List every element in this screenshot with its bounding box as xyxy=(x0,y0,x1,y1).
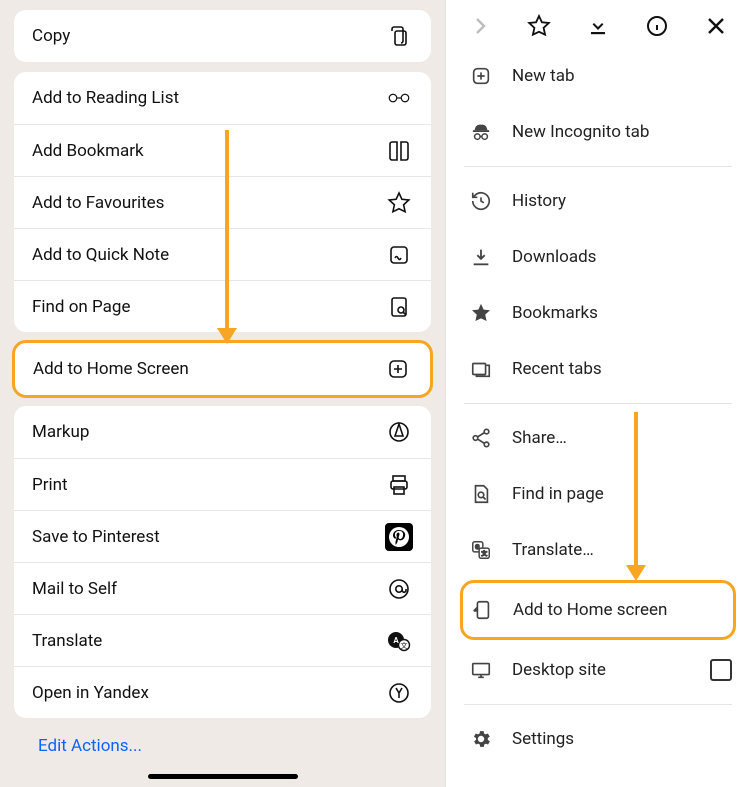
menu-divider xyxy=(464,704,732,705)
chrome-menu-toolbar xyxy=(446,0,750,48)
home-indicator xyxy=(148,774,298,779)
download-button[interactable] xyxy=(584,12,612,40)
action-reading-list[interactable]: Add to Reading List xyxy=(14,72,431,124)
star-icon xyxy=(385,189,413,217)
print-icon xyxy=(385,471,413,499)
bookmark-star-button[interactable] xyxy=(525,12,553,40)
row-label: Add to Quick Note xyxy=(32,245,385,265)
edit-actions-label: Edit Actions... xyxy=(38,736,142,756)
action-add-bookmark[interactable]: Add Bookmark xyxy=(14,124,431,176)
edit-actions-link[interactable]: Edit Actions... xyxy=(14,728,431,756)
action-print[interactable]: Print xyxy=(14,458,431,510)
menu-label: Translate… xyxy=(512,540,732,560)
recent-tabs-icon xyxy=(464,358,498,380)
at-icon xyxy=(385,575,413,603)
menu-label: Settings xyxy=(512,729,732,749)
menu-add-home-screen[interactable]: Add to Home screen xyxy=(465,583,733,637)
row-label: Add to Reading List xyxy=(32,88,385,108)
menu-label: Downloads xyxy=(512,247,732,267)
action-translate[interactable]: Translate A文 xyxy=(14,614,431,666)
svg-text:文: 文 xyxy=(481,550,487,558)
action-add-home-screen[interactable]: Add to Home Screen xyxy=(15,343,430,395)
menu-desktop-site[interactable]: Desktop site xyxy=(464,642,732,698)
menu-label: Desktop site xyxy=(512,660,710,680)
svg-text:G: G xyxy=(475,543,479,551)
history-icon xyxy=(464,190,498,212)
menu-bookmarks[interactable]: Bookmarks xyxy=(464,285,732,341)
pinterest-icon xyxy=(385,523,413,551)
settings-icon xyxy=(464,728,498,750)
row-label: Copy xyxy=(32,26,385,46)
copy-icon xyxy=(385,22,413,50)
row-label: Save to Pinterest xyxy=(32,527,385,547)
bookmarks-icon xyxy=(464,302,498,324)
menu-label: Recent tabs xyxy=(512,359,732,379)
action-add-favourites[interactable]: Add to Favourites xyxy=(14,176,431,228)
menu-divider xyxy=(464,403,732,404)
menu-new-tab[interactable]: New tab xyxy=(464,48,732,104)
row-label: Translate xyxy=(32,631,385,651)
svg-text:A: A xyxy=(393,636,399,645)
action-pinterest[interactable]: Save to Pinterest xyxy=(14,510,431,562)
add-home-icon xyxy=(465,599,499,621)
row-label: Find on Page xyxy=(32,297,385,317)
menu-label: Find in page xyxy=(512,484,732,504)
downloads-icon xyxy=(464,246,498,268)
action-copy[interactable]: Copy xyxy=(14,10,431,62)
find-on-page-icon xyxy=(385,293,413,321)
info-button[interactable] xyxy=(643,12,671,40)
plus-square-icon xyxy=(384,355,412,383)
glasses-icon xyxy=(385,84,413,112)
action-yandex[interactable]: Open in Yandex xyxy=(14,666,431,718)
translate-icon: G文 xyxy=(464,539,498,561)
menu-downloads[interactable]: Downloads xyxy=(464,229,732,285)
markup-icon xyxy=(385,418,413,446)
menu-label: New Incognito tab xyxy=(512,122,732,142)
menu-translate[interactable]: G文 Translate… xyxy=(464,522,732,578)
row-label: Add to Home Screen xyxy=(33,359,384,379)
menu-label: Share… xyxy=(512,428,732,448)
menu-settings[interactable]: Settings xyxy=(464,711,732,767)
chrome-menu: New tab New Incognito tab History Down xyxy=(445,0,750,787)
menu-label: Add to Home screen xyxy=(513,600,733,620)
desktop-icon xyxy=(464,659,498,681)
row-label: Print xyxy=(32,475,385,495)
row-label: Markup xyxy=(32,422,385,442)
note-icon xyxy=(385,241,413,269)
menu-share[interactable]: Share… xyxy=(464,410,732,466)
action-quick-note[interactable]: Add to Quick Note xyxy=(14,228,431,280)
yandex-icon xyxy=(385,679,413,707)
menu-incognito[interactable]: New Incognito tab xyxy=(464,104,732,160)
menu-recent-tabs[interactable]: Recent tabs xyxy=(464,341,732,397)
row-label: Open in Yandex xyxy=(32,683,385,703)
find-in-page-icon xyxy=(464,483,498,505)
menu-label: Bookmarks xyxy=(512,303,732,323)
svg-text:文: 文 xyxy=(401,641,408,650)
menu-label: History xyxy=(512,191,732,211)
menu-history[interactable]: History xyxy=(464,173,732,229)
desktop-site-checkbox[interactable] xyxy=(710,659,732,681)
row-label: Add Bookmark xyxy=(32,141,385,161)
action-mail-self[interactable]: Mail to Self xyxy=(14,562,431,614)
book-icon xyxy=(385,137,413,165)
menu-label: New tab xyxy=(512,66,732,86)
ios-share-sheet: Copy Add to Reading List Add Bookmark xyxy=(0,0,445,787)
annotation-arrow xyxy=(634,412,638,567)
menu-divider xyxy=(464,166,732,167)
action-find-on-page[interactable]: Find on Page xyxy=(14,280,431,332)
forward-button[interactable] xyxy=(466,12,494,40)
translate-icon: A文 xyxy=(385,627,413,655)
row-label: Mail to Self xyxy=(32,579,385,599)
incognito-icon xyxy=(464,121,498,143)
close-button[interactable] xyxy=(702,12,730,40)
annotation-arrow xyxy=(225,130,229,330)
action-markup[interactable]: Markup xyxy=(14,406,431,458)
menu-find-in-page[interactable]: Find in page xyxy=(464,466,732,522)
share-icon xyxy=(464,427,498,449)
row-label: Add to Favourites xyxy=(32,193,385,213)
new-tab-icon xyxy=(464,65,498,87)
